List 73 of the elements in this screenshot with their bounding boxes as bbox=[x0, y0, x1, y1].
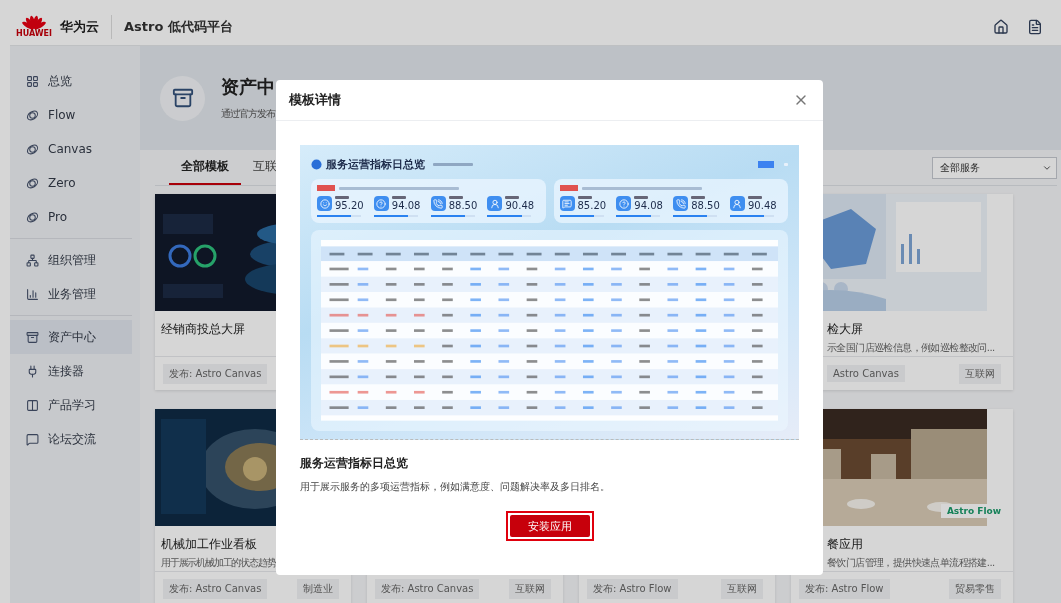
archive-icon bbox=[160, 75, 205, 121]
bar-chart-icon bbox=[26, 287, 39, 301]
logo-icon bbox=[311, 159, 322, 170]
sidebar-item[interactable]: Canvas bbox=[10, 132, 132, 166]
metric-value: 94.08 bbox=[634, 200, 663, 211]
chat-icon bbox=[26, 432, 39, 446]
document-button[interactable] bbox=[1027, 18, 1043, 35]
metric-icon bbox=[317, 196, 332, 211]
card-title: 机械加工作业看板 bbox=[161, 536, 258, 553]
sidebar-item[interactable]: Flow bbox=[10, 98, 132, 132]
metric-icon bbox=[430, 196, 446, 211]
publisher-tag: 发布: Astro Flow bbox=[799, 578, 890, 599]
brand-name: 华为云 bbox=[60, 14, 112, 39]
sidebar-item[interactable]: 论坛交流 bbox=[10, 422, 132, 456]
sidebar-item[interactable]: Pro bbox=[10, 200, 132, 234]
category-tag: 互联网 bbox=[509, 578, 551, 599]
metric-icon bbox=[730, 196, 745, 211]
sidebar-item[interactable]: 总览 bbox=[10, 64, 132, 98]
orbit-icon bbox=[26, 142, 39, 156]
category-tag: 贸易零售 bbox=[949, 578, 1001, 599]
sidebar-item[interactable]: 组织管理 bbox=[10, 243, 132, 277]
sidebar-item[interactable]: 连接器 bbox=[10, 354, 132, 388]
sidebar-item[interactable]: Zero bbox=[10, 166, 132, 200]
publisher-tag: Astro Canvas bbox=[827, 365, 905, 382]
orbit-icon bbox=[26, 210, 39, 224]
page-title: 资产中 bbox=[221, 75, 275, 99]
card-description: 用于展示机械加工的状态趋势 bbox=[161, 556, 277, 569]
category-tag: 互联网 bbox=[721, 578, 763, 599]
panel-icon bbox=[26, 398, 39, 412]
publisher-tag: 发布: Astro Canvas bbox=[163, 578, 268, 599]
grid-icon bbox=[26, 74, 39, 88]
org-chart-icon bbox=[26, 253, 39, 267]
dialog-title: 模板详情 bbox=[289, 91, 341, 109]
orbit-icon bbox=[26, 176, 39, 190]
toggle-icon bbox=[758, 161, 774, 168]
metric-value: 88.50 bbox=[448, 200, 478, 211]
install-button[interactable]: 安装应用 bbox=[509, 515, 590, 537]
card-title: 经销商投总大屏 bbox=[161, 321, 246, 338]
service-select[interactable]: 全部服务 bbox=[932, 156, 1057, 179]
metric-icon bbox=[487, 196, 503, 211]
preview-title: 服务运营指标日总览 bbox=[326, 157, 425, 172]
card-description: 餐饮门店管理，提供快速点单流程搭建... bbox=[827, 556, 996, 569]
tab[interactable]: 全部模板 bbox=[169, 150, 241, 185]
card-description: 示全国门店巡检信息，例如巡检整改问... bbox=[827, 341, 996, 354]
sidebar-item[interactable]: 产品学习 bbox=[10, 388, 132, 422]
publisher-tag: 发布: Astro Canvas bbox=[375, 578, 480, 599]
sidebar-item[interactable]: 业务管理 bbox=[10, 277, 132, 311]
metric-icon bbox=[373, 196, 389, 211]
logo-caption: HUAWEI bbox=[15, 30, 52, 38]
metric-icon bbox=[616, 196, 632, 211]
plug-icon bbox=[26, 364, 39, 378]
metric-icon bbox=[559, 196, 575, 211]
card-title: 餐应用 bbox=[827, 536, 864, 553]
metric-value: 88.50 bbox=[691, 200, 720, 211]
label-tag-icon bbox=[559, 185, 578, 191]
publisher-tag: 发布: Astro Canvas bbox=[163, 363, 268, 384]
label-tag-icon bbox=[317, 185, 335, 191]
sidebar-item[interactable]: 资产中心 bbox=[10, 320, 132, 354]
category-tag: 互联网 bbox=[959, 363, 1001, 384]
metric-value: 85.20 bbox=[577, 200, 607, 211]
metric-value: 90.48 bbox=[748, 200, 777, 211]
home-button[interactable] bbox=[993, 18, 1009, 35]
archive-icon bbox=[26, 330, 39, 344]
orbit-icon bbox=[26, 108, 39, 122]
petal-logo-icon bbox=[22, 15, 46, 30]
category-tag: 制造业 bbox=[297, 578, 339, 599]
metric-icon bbox=[673, 196, 689, 211]
publisher-tag: 发布: Astro Flow bbox=[587, 578, 678, 599]
metric-value: 90.48 bbox=[505, 200, 535, 211]
page-subtitle: 通过官方发布 bbox=[221, 107, 275, 121]
metric-value: 94.08 bbox=[391, 200, 421, 211]
card-title: 检大屏 bbox=[827, 321, 864, 338]
product-name: Astro 低代码平台 bbox=[124, 17, 234, 36]
